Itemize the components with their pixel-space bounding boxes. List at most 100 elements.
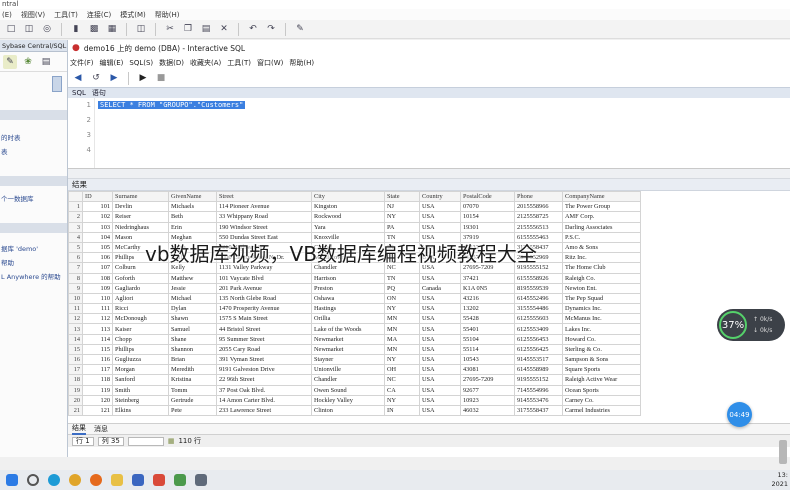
tab-results[interactable]: 结果 <box>72 423 86 435</box>
table-row[interactable]: 3 103 Niedringhaus Erin 190 Windsor Street Ya… <box>68 221 641 233</box>
table-cell[interactable]: USA <box>419 333 461 345</box>
table-cell[interactable]: 9195555152 <box>514 374 563 386</box>
table-cell[interactable]: MN <box>384 313 420 325</box>
table-cell[interactable]: Meredith <box>168 364 217 376</box>
folder-icon[interactable]: ◫ <box>134 22 148 36</box>
firefox-icon[interactable] <box>90 474 102 486</box>
table-cell[interactable]: McManus Inc. <box>562 313 641 325</box>
table-cell[interactable]: USA <box>419 374 461 386</box>
table-cell[interactable]: 109 <box>82 282 113 294</box>
table-cell[interactable]: The Power Group <box>562 201 641 213</box>
table-cell[interactable]: Harrison <box>311 272 385 284</box>
row-number[interactable]: 20 <box>68 394 83 406</box>
connect-icon[interactable]: ▮ <box>69 22 83 36</box>
tab-messages[interactable]: 消息 <box>94 424 108 434</box>
table-cell[interactable]: 114 <box>82 333 113 345</box>
delete-icon[interactable]: ✕ <box>217 22 231 36</box>
table-cell[interactable]: Jessie <box>168 282 217 294</box>
table-cell[interactable]: Morgan <box>112 364 169 376</box>
table-cell[interactable]: 37421 <box>460 272 515 284</box>
table-cell[interactable]: NY <box>384 303 420 315</box>
table-row[interactable]: 13 113 Kaiser Samuel 44 Bristol Street Lake o… <box>68 323 641 335</box>
table-cell[interactable]: USA <box>419 292 461 305</box>
table-cell[interactable]: 114 Pioneer Avenue <box>216 201 312 213</box>
table-cell[interactable]: NY <box>384 394 420 406</box>
redo-icon[interactable]: ↷ <box>264 22 278 36</box>
table-cell[interactable]: Pete <box>168 404 217 417</box>
column-header[interactable]: PostalCode <box>460 191 515 203</box>
table-cell[interactable]: Square Sports <box>562 364 641 376</box>
row-number[interactable]: 7 <box>68 262 83 274</box>
database-icon[interactable]: ▩ <box>87 22 101 36</box>
stop-icon[interactable]: ■ <box>154 71 168 85</box>
table-cell[interactable]: 1575 S Main Street <box>216 313 312 325</box>
table-cell[interactable]: 10923 <box>460 394 515 406</box>
table-cell[interactable]: 9145553517 <box>514 353 563 366</box>
table-cell[interactable]: Hastings <box>311 303 385 315</box>
app-icon[interactable] <box>174 474 186 486</box>
table-cell[interactable]: MN <box>384 323 420 335</box>
new-icon[interactable]: □ <box>4 22 18 36</box>
table-cell[interactable]: 9191 Galveston Drive <box>216 364 312 376</box>
taskbar-clock[interactable]: 13: 2021 <box>771 471 788 489</box>
table-cell[interactable]: Newmarket <box>311 333 385 345</box>
table-cell[interactable]: 121 <box>82 404 113 417</box>
table-cell[interactable]: USA <box>419 353 461 366</box>
table-cell[interactable]: 104 <box>82 231 113 243</box>
menu-edit[interactable]: (E) <box>2 11 12 19</box>
table-cell[interactable]: PA <box>384 221 420 233</box>
row-number[interactable]: 11 <box>68 303 83 315</box>
table-cell[interactable]: Raleigh Co. <box>562 272 641 284</box>
schema-icon[interactable]: ▦ <box>105 22 119 36</box>
search-icon[interactable] <box>27 474 39 486</box>
table-cell[interactable]: USA <box>419 221 461 233</box>
table-cell[interactable]: AMF Corp. <box>562 211 641 223</box>
table-cell[interactable]: NY <box>384 353 420 366</box>
table-cell[interactable]: McDonough <box>112 313 169 325</box>
app-icon[interactable] <box>195 474 207 486</box>
column-header[interactable]: State <box>384 191 420 203</box>
row-number[interactable]: 1 <box>68 201 83 213</box>
app-icon[interactable] <box>132 474 144 486</box>
table-cell[interactable]: 10543 <box>460 353 515 366</box>
table-cell[interactable]: 201 Park Avenue <box>216 282 312 294</box>
history-icon[interactable]: ↺ <box>89 71 103 85</box>
table-row[interactable]: 20 120 Steinberg Gertrude 14 Amon Carter Blv… <box>68 394 641 406</box>
table-cell[interactable]: Canada <box>419 282 461 294</box>
menu-favorites[interactable]: 收藏夹(A) <box>190 58 221 68</box>
table-cell[interactable]: 55401 <box>460 323 515 335</box>
table-cell[interactable]: TN <box>384 272 420 284</box>
sql-code[interactable]: SELECT * FROM "GROUPO"."Customers" <box>95 98 790 168</box>
table-row[interactable]: 21 121 Elkins Pete 233 Lawrence Street Clinto… <box>68 404 641 417</box>
table-cell[interactable]: MA <box>384 333 420 345</box>
table-row[interactable]: 18 118 Sanford Kristina 22 96th Street Chandl… <box>68 374 641 386</box>
table-cell[interactable]: Brian <box>168 353 217 366</box>
left-item-help[interactable]: 帮助 <box>0 255 67 269</box>
table-cell[interactable]: 117 <box>82 364 113 376</box>
table-row[interactable]: 1 101 Devlin Michaels 114 Pioneer Avenue King… <box>68 201 641 213</box>
table-cell[interactable]: K1A 0N5 <box>460 282 515 294</box>
floating-timer-button[interactable]: 04:49 <box>727 402 752 427</box>
menu-connect[interactable]: 连接(C) <box>87 10 111 20</box>
table-cell[interactable]: 1470 Prosperity Avenue <box>216 303 312 315</box>
table-cell[interactable]: 3155554486 <box>514 303 563 315</box>
table-cell[interactable]: Shane <box>168 333 217 345</box>
menu-help[interactable]: 帮助(H) <box>155 10 180 20</box>
table-cell[interactable]: 27695-7209 <box>460 374 515 386</box>
sql-editor[interactable]: 1 2 3 4 SELECT * FROM "GROUPO"."Customer… <box>68 98 790 169</box>
table-cell[interactable]: Chandler <box>311 374 385 386</box>
row-number[interactable]: 6 <box>68 252 83 264</box>
column-header[interactable]: Phone <box>514 191 563 203</box>
table-cell[interactable]: USA <box>419 211 461 223</box>
table-cell[interactable]: 107 <box>82 262 113 274</box>
table-cell[interactable]: 14 Amon Carter Blvd. <box>216 394 312 406</box>
menu-tools[interactable]: 工具(T) <box>54 10 78 20</box>
row-number[interactable]: 10 <box>68 292 83 305</box>
table-cell[interactable]: 106 <box>82 252 113 264</box>
table-cell[interactable]: USA <box>419 364 461 376</box>
table-cell[interactable]: Dylan <box>168 303 217 315</box>
table-cell[interactable]: 2055 Cary Road <box>216 343 312 356</box>
table-cell[interactable]: USA <box>419 303 461 315</box>
table-cell[interactable]: 44 Bristol Street <box>216 323 312 335</box>
table-cell[interactable]: 113 <box>82 323 113 335</box>
